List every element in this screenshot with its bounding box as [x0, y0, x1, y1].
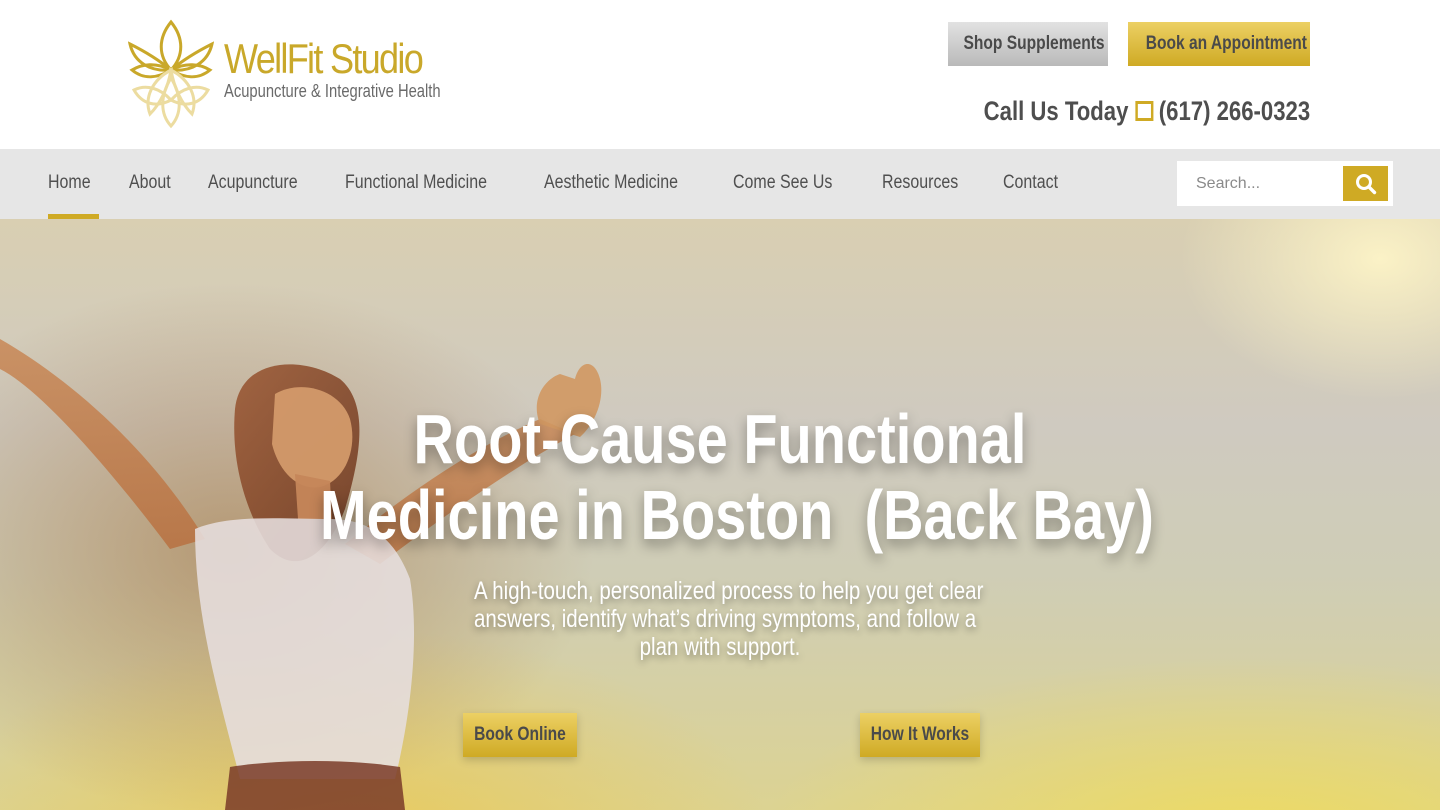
nav-item-label: About	[128, 172, 171, 193]
nav-item-resources[interactable]: Resources	[882, 149, 973, 219]
lotus-logo-icon	[128, 19, 214, 129]
nav-item-about[interactable]: About	[129, 149, 179, 219]
search-button[interactable]	[1343, 166, 1388, 201]
hero-content: Root-Cause Functional Medicine in Boston…	[0, 219, 1440, 810]
search-icon	[1355, 173, 1376, 194]
hero-subtitle-line: answers, identify what’s driving symptom…	[474, 605, 977, 633]
how-it-works-button[interactable]: How It Works	[860, 713, 980, 757]
hero-subtitle-line: A high-touch, personalized process to he…	[474, 577, 984, 605]
nav-item-label: Resources	[881, 172, 959, 193]
search-box	[1177, 161, 1393, 206]
nav-item-functional-medicine[interactable]: Functional Medicine	[345, 149, 514, 219]
logo[interactable]: WellFit Studio Acupuncture & Integrative…	[128, 18, 448, 130]
logo-text: WellFit Studio Acupuncture & Integrative…	[224, 38, 488, 102]
nav-item-label: Come See Us	[733, 172, 833, 193]
book-appointment-label: Book an Appointment	[1145, 33, 1307, 54]
nav-item-aesthetic-medicine[interactable]: Aesthetic Medicine	[544, 149, 703, 219]
hero-banner: Root-Cause Functional Medicine in Boston…	[0, 219, 1440, 810]
main-nav: Home About Acupuncture Functional Medici…	[0, 149, 1440, 219]
call-prefix: Call Us Today	[983, 95, 1129, 126]
shop-supplements-button[interactable]: Shop Supplements	[948, 22, 1108, 66]
nav-item-home[interactable]: Home	[48, 149, 99, 219]
nav-list: Home About Acupuncture Functional Medici…	[48, 149, 1098, 219]
brand-tagline: Acupuncture & Integrative Health	[224, 81, 441, 101]
nav-item-label: Acupuncture	[208, 172, 298, 193]
book-appointment-button[interactable]: Book an Appointment	[1128, 22, 1310, 66]
shop-supplements-label: Shop Supplements	[963, 33, 1105, 54]
how-it-works-label: How It Works	[870, 724, 970, 745]
hero-subtitle-line: plan with support.	[639, 633, 801, 661]
hero-title: Root-Cause Functional Medicine in Boston…	[220, 401, 1220, 553]
nav-item-label: Aesthetic Medicine	[544, 172, 678, 193]
nav-item-label: Functional Medicine	[345, 172, 487, 193]
phone-icon	[1134, 101, 1153, 121]
nav-item-label: Home	[48, 172, 91, 193]
nav-item-label: Contact	[1002, 172, 1058, 193]
nav-item-contact[interactable]: Contact	[1003, 149, 1068, 219]
hero-title-line: Medicine in Boston (Back Bay)	[320, 476, 1154, 554]
book-online-button[interactable]: Book Online	[463, 713, 577, 757]
nav-item-come-see-us[interactable]: Come See Us	[733, 149, 851, 219]
book-online-label: Book Online	[474, 724, 566, 745]
nav-item-acupuncture[interactable]: Acupuncture	[208, 149, 315, 219]
hero-subtitle: A high-touch, personalized process to he…	[420, 577, 1020, 661]
phone-number[interactable]: (617) 266-0323	[1159, 96, 1310, 127]
call-us: Call Us Today (617) 266-0323	[983, 92, 1310, 130]
brand-name: WellFit Studio	[224, 35, 424, 82]
hero-title-line: Root-Cause Functional	[413, 400, 1027, 478]
search-input[interactable]	[1177, 161, 1343, 206]
site-header: WellFit Studio Acupuncture & Integrative…	[0, 0, 1440, 149]
